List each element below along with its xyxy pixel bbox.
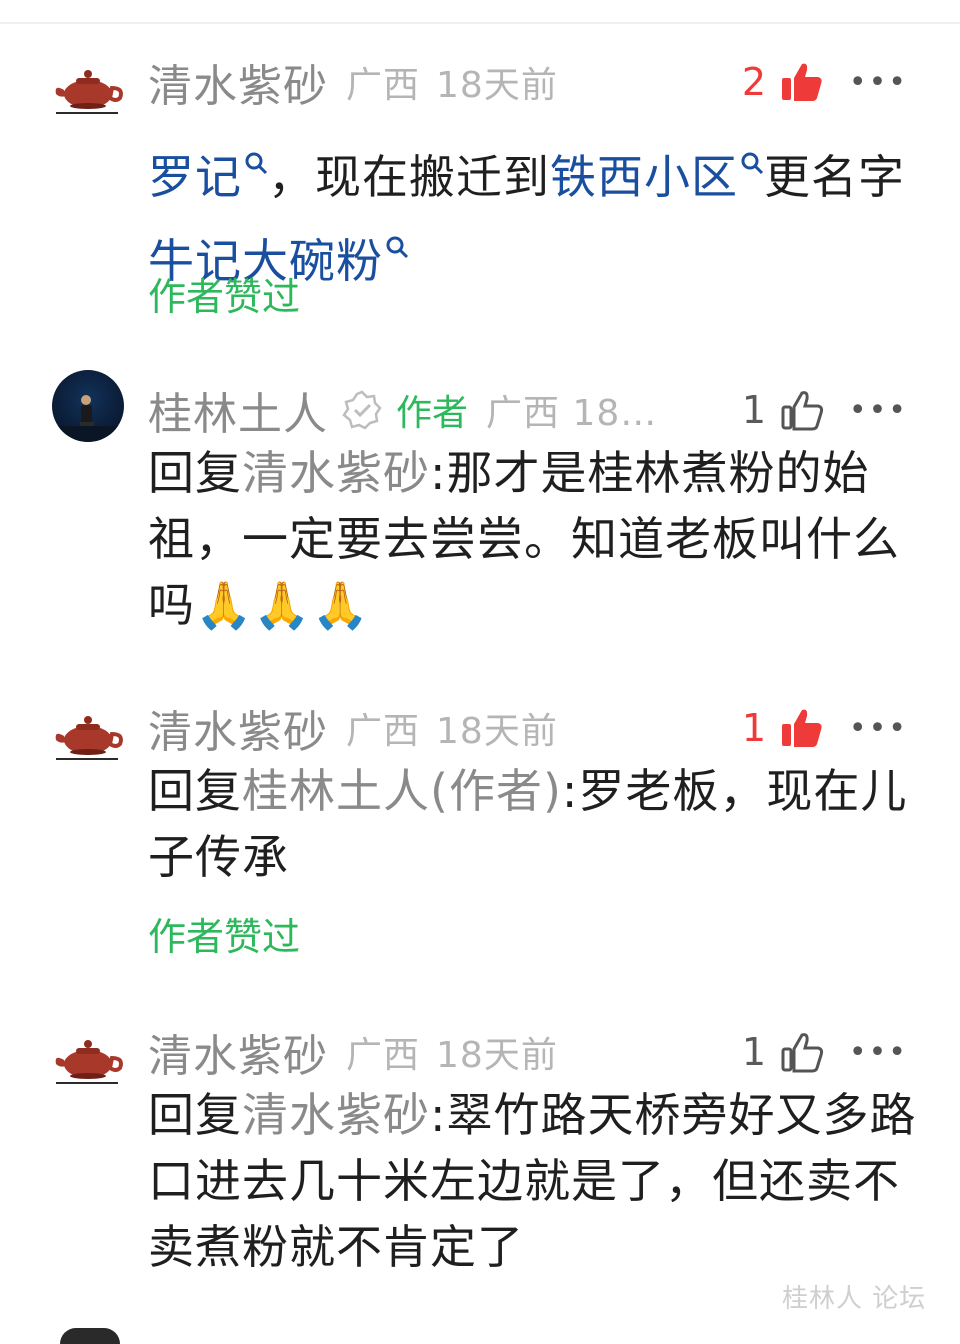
author-liked-label: 作者赞过: [148, 275, 301, 319]
like-count: 1: [741, 706, 766, 750]
like-count: 1: [741, 1030, 766, 1074]
like-button[interactable]: 1: [742, 1022, 824, 1082]
location: 广西: [346, 711, 421, 752]
comment-body: 回复清水紫砂:那才是桂林煮粉的始祖，一定要去尝尝。知道老板叫什么吗🙏🙏🙏: [148, 440, 918, 638]
thumbs-up-filled-icon: [780, 706, 824, 750]
comment-item: 桂林土人 作者 广西 18… 1 ••• 回复清水紫砂:那才是桂林煮粉的始祖，一…: [0, 358, 960, 648]
author-name[interactable]: 桂林土人: [148, 378, 328, 442]
person-photo: [52, 395, 124, 442]
comment-text: ，现在搬迁到: [268, 150, 550, 204]
author-badge: 作者: [396, 393, 469, 434]
author-liked-label: 作者赞过: [148, 915, 301, 959]
avatar[interactable]: [52, 1028, 124, 1100]
top-divider: [0, 22, 960, 24]
author-name[interactable]: 清水紫砂: [148, 50, 328, 114]
location-time: 广西 18…: [486, 393, 658, 434]
thumbs-up-outline-icon: [780, 1030, 824, 1074]
search-icon[interactable]: [740, 126, 764, 175]
watermark: 桂林人 论坛: [782, 1284, 927, 1314]
timestamp: 18天前: [436, 1035, 558, 1076]
like-button[interactable]: 2: [742, 52, 824, 112]
like-button[interactable]: 1: [742, 380, 824, 440]
comment-header: 清水紫砂 广西 18天前: [148, 52, 558, 112]
location: 广西: [346, 65, 421, 106]
avatar[interactable]: [52, 58, 124, 130]
avatar[interactable]: [52, 704, 124, 776]
comment-text: 更名字: [764, 150, 905, 204]
more-dots-icon[interactable]: •••: [849, 1022, 908, 1082]
teapot-icon: [55, 716, 123, 755]
like-count: 1: [741, 388, 766, 432]
avatar-underline: [56, 1082, 118, 1084]
comment-header: 清水紫砂 广西 18天前: [148, 698, 558, 758]
thumbs-up-outline-icon: [780, 388, 824, 432]
keyword-link[interactable]: 罗记: [148, 150, 242, 204]
like-count: 2: [741, 60, 766, 104]
teapot-icon: [55, 70, 123, 109]
avatar-underline: [56, 112, 118, 114]
more-dots-icon[interactable]: •••: [849, 52, 908, 112]
more-dots-icon[interactable]: •••: [849, 698, 908, 758]
reply-mention[interactable]: 清水紫砂: [242, 446, 430, 500]
like-button[interactable]: 1: [742, 698, 824, 758]
avatar[interactable]: [52, 370, 124, 442]
author-name[interactable]: 清水紫砂: [148, 1020, 328, 1084]
search-icon[interactable]: [244, 126, 268, 175]
comment-body: 回复清水紫砂:翠竹路天桥旁好又多路口进去几十米左边就是了，但还卖不卖煮粉就不肯定…: [148, 1082, 918, 1280]
reply-prefix: 回复: [148, 1088, 242, 1142]
thumbs-up-filled-icon: [780, 60, 824, 104]
comment-body: 回复桂林土人(作者):罗老板，现在儿子传承: [148, 758, 918, 890]
comment-header: 桂林土人 作者 广西 18…: [148, 380, 657, 440]
location: 广西: [346, 1035, 421, 1076]
reply-prefix: 回复: [148, 764, 242, 818]
comment-item: 清水紫砂 广西 18天前 1 ••• 回复桂林土人(作者):罗老板，现在儿子传承…: [0, 676, 960, 966]
comment-item: 清水紫砂 广西 18天前 1 ••• 回复清水紫砂:翠竹路天桥旁好又多路口进去几…: [0, 1000, 960, 1300]
comment-item: 清水紫砂 广西 18天前 2 ••• 罗记 ，现在搬迁到铁西小区 更名字牛记大碗粉 …: [0, 30, 960, 330]
next-avatar-partial: [60, 1328, 120, 1344]
keyword-link[interactable]: 铁西小区: [550, 150, 738, 204]
reply-prefix: 回复: [148, 446, 242, 500]
more-dots-icon[interactable]: •••: [849, 380, 908, 440]
teapot-icon: [55, 1040, 123, 1079]
timestamp: 18天前: [436, 65, 558, 106]
verified-badge-icon: [342, 390, 382, 430]
author-name[interactable]: 清水紫砂: [148, 696, 328, 760]
search-icon[interactable]: [385, 210, 409, 259]
reply-mention[interactable]: 清水紫砂: [242, 1088, 430, 1142]
timestamp: 18天前: [436, 711, 558, 752]
comment-header: 清水紫砂 广西 18天前: [148, 1022, 558, 1082]
avatar-underline: [56, 758, 118, 760]
reply-mention[interactable]: 桂林土人(作者): [242, 764, 562, 818]
